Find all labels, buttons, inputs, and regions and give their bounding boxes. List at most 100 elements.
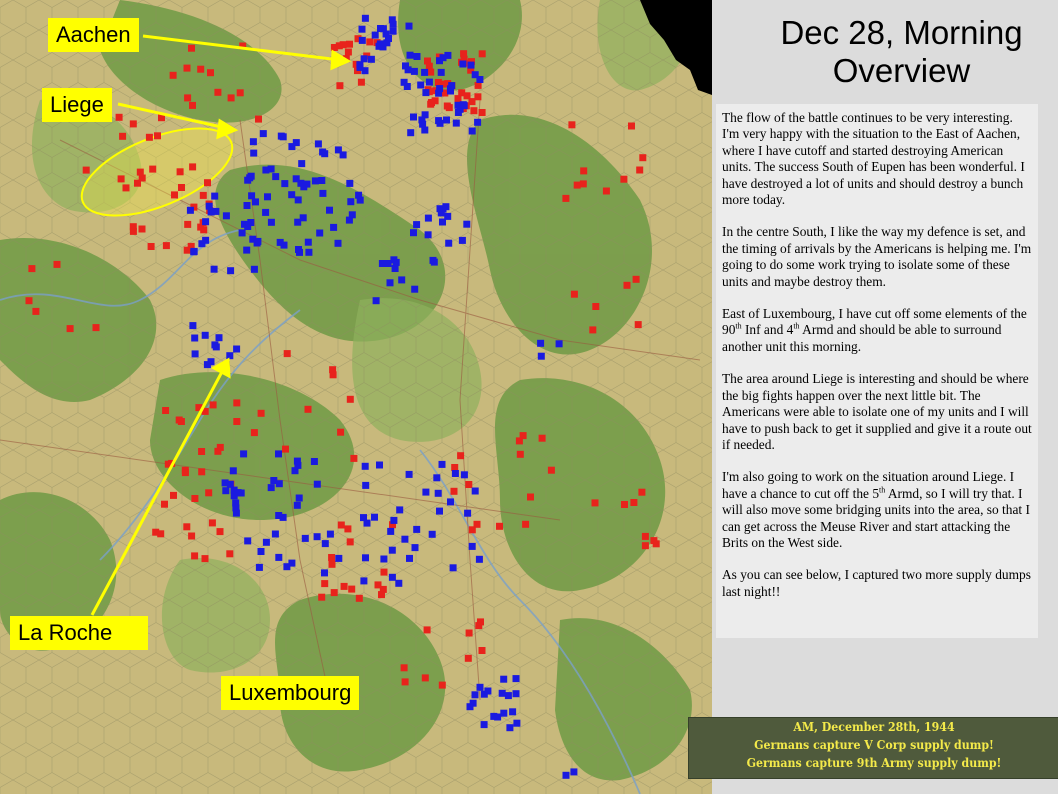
unit-counter[interactable] xyxy=(444,212,452,220)
unit-counter[interactable] xyxy=(318,177,326,184)
unit-counter[interactable] xyxy=(547,466,555,474)
unit-counter[interactable] xyxy=(371,31,379,39)
unit-counter[interactable] xyxy=(202,236,210,244)
unit-counter[interactable] xyxy=(634,321,642,329)
unit-counter[interactable] xyxy=(480,721,488,729)
unit-counter[interactable] xyxy=(406,554,413,562)
unit-counter[interactable] xyxy=(413,525,421,533)
unit-counter[interactable] xyxy=(417,81,425,89)
unit-counter[interactable] xyxy=(214,447,222,455)
unit-counter[interactable] xyxy=(216,528,224,536)
unit-counter[interactable] xyxy=(355,191,363,199)
unit-counter[interactable] xyxy=(405,22,413,30)
unit-counter[interactable] xyxy=(222,212,230,220)
unit-counter[interactable] xyxy=(573,181,581,189)
unit-counter[interactable] xyxy=(602,187,610,195)
unit-counter[interactable] xyxy=(240,450,248,458)
unit-counter[interactable] xyxy=(178,184,185,191)
unit-counter[interactable] xyxy=(468,542,476,550)
unit-counter[interactable] xyxy=(28,265,36,273)
unit-counter[interactable] xyxy=(236,89,244,97)
unit-counter[interactable] xyxy=(275,553,283,561)
unit-counter[interactable] xyxy=(66,325,74,333)
unit-counter[interactable] xyxy=(282,445,289,453)
unit-counter[interactable] xyxy=(400,664,408,672)
unit-counter[interactable] xyxy=(161,500,168,508)
unit-counter[interactable] xyxy=(537,352,545,360)
unit-counter[interactable] xyxy=(191,552,199,560)
unit-counter[interactable] xyxy=(328,560,336,568)
unit-counter[interactable] xyxy=(402,62,409,70)
unit-counter[interactable] xyxy=(305,248,313,256)
unit-counter[interactable] xyxy=(411,285,419,293)
unit-counter[interactable] xyxy=(346,395,354,403)
unit-counter[interactable] xyxy=(257,548,265,555)
unit-counter[interactable] xyxy=(208,519,216,527)
unit-counter[interactable] xyxy=(424,231,432,239)
unit-counter[interactable] xyxy=(232,504,240,512)
unit-counter[interactable] xyxy=(456,105,464,113)
unit-counter[interactable] xyxy=(395,579,403,587)
unit-counter[interactable] xyxy=(321,580,329,588)
unit-counter[interactable] xyxy=(115,113,123,121)
unit-counter[interactable] xyxy=(294,196,302,204)
unit-counter[interactable] xyxy=(227,267,235,275)
unit-counter[interactable] xyxy=(496,522,503,530)
unit-counter[interactable] xyxy=(321,569,328,577)
unit-counter[interactable] xyxy=(295,494,303,502)
unit-counter[interactable] xyxy=(439,205,447,213)
unit-counter[interactable] xyxy=(386,279,394,287)
unit-counter[interactable] xyxy=(478,50,486,58)
unit-counter[interactable] xyxy=(632,275,640,283)
unit-counter[interactable] xyxy=(304,405,312,413)
unit-counter[interactable] xyxy=(522,520,530,528)
unit-counter[interactable] xyxy=(162,407,170,414)
unit-counter[interactable] xyxy=(162,242,170,250)
unit-counter[interactable] xyxy=(450,487,458,495)
unit-counter[interactable] xyxy=(638,488,646,496)
unit-counter[interactable] xyxy=(175,416,183,424)
unit-counter[interactable] xyxy=(292,175,300,183)
unit-counter[interactable] xyxy=(291,467,299,475)
unit-counter[interactable] xyxy=(264,193,271,201)
unit-counter[interactable] xyxy=(53,260,61,268)
unit-counter[interactable] xyxy=(171,191,178,199)
unit-counter[interactable] xyxy=(198,448,206,455)
unit-counter[interactable] xyxy=(346,179,354,187)
unit-counter[interactable] xyxy=(527,493,534,501)
unit-counter[interactable] xyxy=(476,683,484,691)
unit-counter[interactable] xyxy=(459,60,467,68)
unit-counter[interactable] xyxy=(568,121,576,129)
unit-counter[interactable] xyxy=(92,324,100,332)
unit-counter[interactable] xyxy=(463,220,471,228)
unit-counter[interactable] xyxy=(267,218,275,226)
unit-counter[interactable] xyxy=(437,68,445,76)
unit-counter[interactable] xyxy=(304,238,312,246)
unit-counter[interactable] xyxy=(170,491,177,499)
unit-counter[interactable] xyxy=(436,507,443,515)
unit-counter[interactable] xyxy=(413,221,421,229)
unit-counter[interactable] xyxy=(319,189,327,197)
unit-counter[interactable] xyxy=(620,175,628,183)
unit-counter[interactable] xyxy=(371,513,378,521)
unit-counter[interactable] xyxy=(623,281,631,289)
unit-counter[interactable] xyxy=(255,563,263,571)
unit-counter[interactable] xyxy=(591,499,599,507)
unit-counter[interactable] xyxy=(337,521,345,529)
unit-counter[interactable] xyxy=(122,184,130,192)
unit-counter[interactable] xyxy=(562,194,570,202)
unit-counter[interactable] xyxy=(226,352,234,360)
unit-counter[interactable] xyxy=(147,243,155,250)
unit-counter[interactable] xyxy=(465,629,473,637)
unit-counter[interactable] xyxy=(279,133,287,141)
unit-counter[interactable] xyxy=(362,481,370,489)
unit-counter[interactable] xyxy=(138,225,146,233)
unit-counter[interactable] xyxy=(262,208,270,216)
unit-counter[interactable] xyxy=(374,581,382,589)
unit-counter[interactable] xyxy=(396,506,404,514)
unit-counter[interactable] xyxy=(537,339,545,347)
unit-counter[interactable] xyxy=(169,71,177,79)
unit-counter[interactable] xyxy=(516,450,524,458)
unit-counter[interactable] xyxy=(470,107,478,115)
unit-counter[interactable] xyxy=(334,239,342,247)
